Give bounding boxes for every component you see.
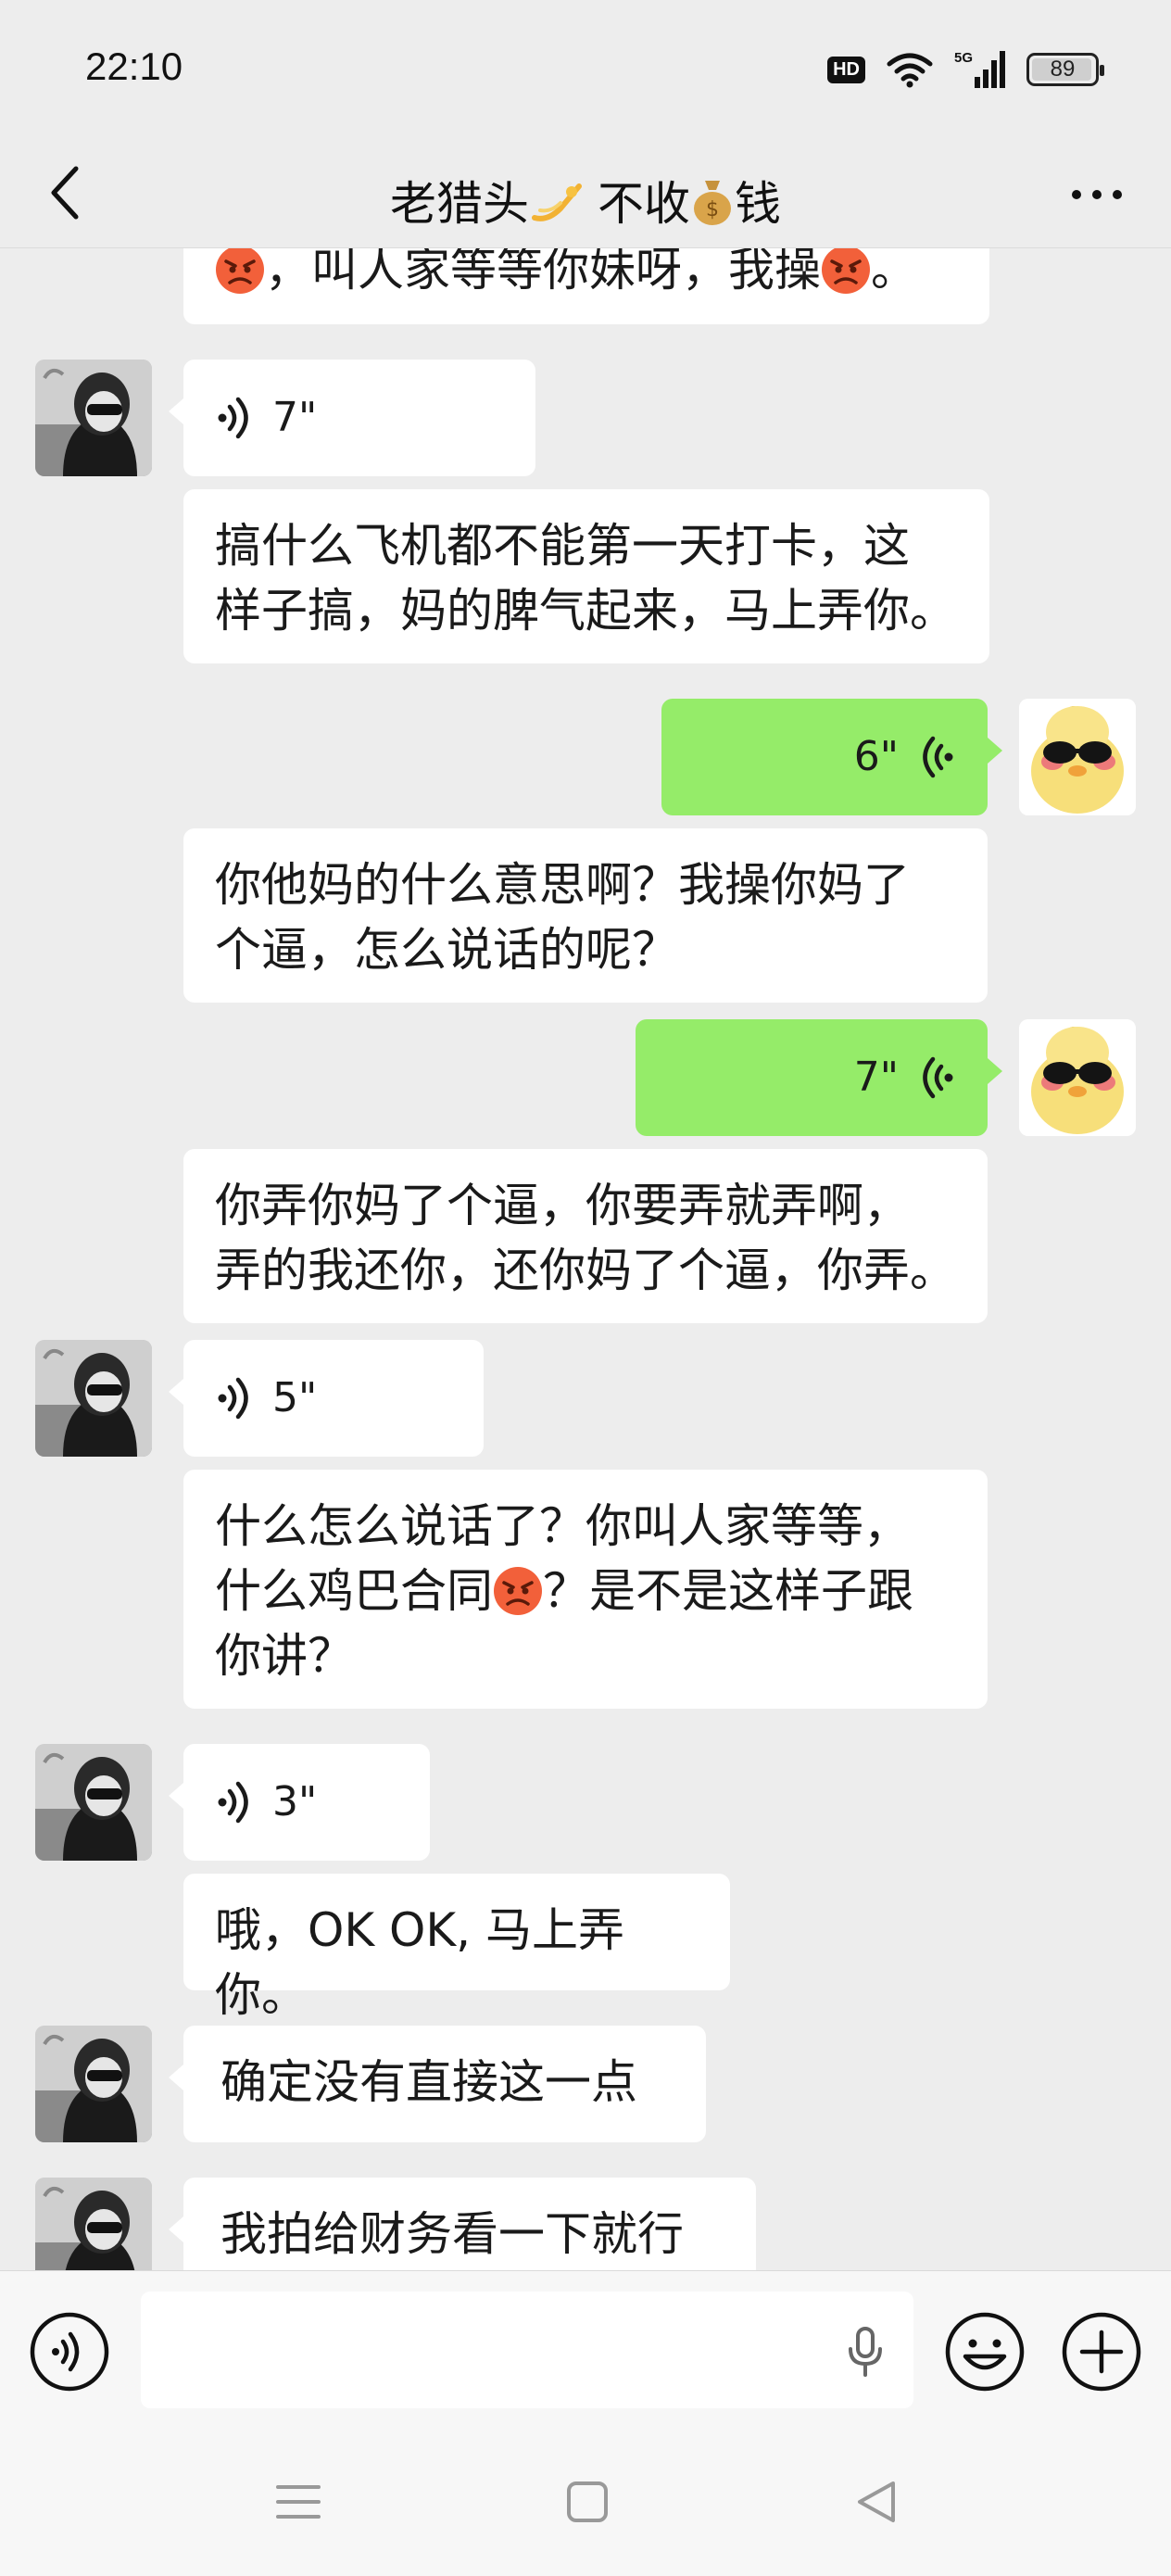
cellular-signal-icon: 5G (954, 50, 1005, 88)
peer-avatar-image (35, 1340, 152, 1457)
voice-wave-icon (215, 396, 256, 440)
status-icons: HD 5G 89 (827, 46, 1104, 93)
money-bag-emoji-icon: $ (693, 181, 731, 225)
voice-message[interactable]: 7" (169, 360, 535, 476)
voice-duration: 5" (272, 1374, 318, 1421)
voice-wave-icon (915, 735, 956, 779)
voice-wave-icon (915, 1055, 956, 1100)
system-back-button[interactable] (850, 2476, 902, 2528)
voice-duration: 3" (272, 1778, 318, 1825)
angry-face-emoji-icon (215, 248, 265, 295)
message-line: 个逼，怎么说话的呢？ (215, 923, 678, 977)
chat-title-name: 老猎头 (390, 177, 530, 231)
message-text[interactable]: 你弄你妈了个逼，你要弄就弄啊， 弄的我还你，还你妈了个逼，你弄。 (183, 1149, 988, 1323)
hd-badge: HD (827, 56, 865, 83)
status-time: 22:10 (85, 44, 183, 88)
back-triangle-icon (858, 2481, 895, 2522)
message-line: 你讲？ (215, 1629, 354, 1683)
peer-avatar[interactable] (35, 1744, 152, 1861)
message-line: 什么鸡巴合同 ？是不是这样子跟 (215, 1559, 956, 1623)
self-avatar-image (1019, 1019, 1136, 1136)
message-line: 确定没有直接这一点 (220, 2055, 637, 2109)
message-text[interactable]: 你他妈的什么意思啊？我操你妈了 个逼，怎么说话的呢？ (183, 828, 988, 1003)
more-functions-button[interactable] (1060, 2310, 1143, 2393)
self-avatar-image (1019, 699, 1136, 815)
self-avatar[interactable] (1019, 699, 1136, 815)
voice-toggle-button[interactable] (28, 2310, 111, 2393)
microphone-button[interactable] (845, 2327, 886, 2377)
message-line: 你弄你妈了个逼，你要弄就弄啊， (215, 1179, 910, 1232)
chat-title-end: 钱 (734, 177, 781, 231)
message-text[interactable]: 什么怎么说话了？你叫人家等等， 什么鸡巴合同 ？是不是这样子跟 你讲？ (183, 1470, 988, 1709)
voice-message[interactable]: 5" (169, 1340, 484, 1457)
battery-level: 89 (1050, 57, 1076, 82)
message-text-content: 。 (871, 248, 917, 297)
plus-circle-icon (1062, 2312, 1141, 2392)
chat-title-mid: 不收 (583, 177, 690, 231)
more-options-button[interactable] (1060, 167, 1134, 222)
message-text[interactable]: 我拍给财务看一下就行 (169, 2178, 756, 2270)
voice-message[interactable]: 7" (636, 1019, 1002, 1136)
peer-avatar-image (35, 360, 152, 476)
voice-mode-icon (30, 2312, 109, 2392)
message-line: 哦，OK OK, 马上弄你。 (215, 1903, 624, 2022)
peer-avatar-image (35, 2178, 152, 2270)
smiley-icon (945, 2312, 1025, 2392)
more-dots-icon (1072, 190, 1122, 199)
battery-indicator: 89 (1026, 53, 1104, 86)
message-line: 搞什么飞机都不能第一天打卡，这 (215, 519, 910, 573)
message-text-content: 什么鸡巴合同 (215, 1564, 493, 1618)
self-avatar[interactable] (1019, 1019, 1136, 1136)
status-bar: 22:10 HD 5G 89 (0, 0, 1171, 139)
input-bar (0, 2270, 1171, 2428)
voice-wave-icon (215, 1376, 256, 1421)
message-list[interactable]: ，叫人家等等你妹呀，我操 。 7" 搞什么飞机都不能第一天打卡，这 样子搞，妈的脾… (0, 248, 1171, 2270)
chat-header: 老猎头 不收 $ 钱 (0, 139, 1171, 248)
peer-avatar[interactable] (35, 1340, 152, 1457)
peer-avatar[interactable] (35, 2178, 152, 2270)
message-line: 你他妈的什么意思啊？我操你妈了 (215, 858, 910, 912)
voice-duration: 7" (853, 1054, 899, 1101)
recent-apps-button[interactable] (272, 2476, 324, 2528)
network-type-label: 5G (954, 50, 973, 66)
angry-face-emoji-icon (821, 248, 871, 295)
voice-message[interactable]: 3" (169, 1744, 430, 1861)
message-text[interactable]: 确定没有直接这一点 (169, 2026, 706, 2142)
message-text[interactable]: 哦，OK OK, 马上弄你。 (183, 1874, 730, 2022)
message-text[interactable]: ，叫人家等等你妹呀，我操 。 (183, 248, 989, 324)
message-line: 样子搞，妈的脾气起来，马上弄你。 (215, 584, 956, 638)
peer-avatar-image (35, 1744, 152, 1861)
message-text[interactable]: 搞什么飞机都不能第一天打卡，这 样子搞，妈的脾气起来，马上弄你。 (183, 489, 989, 663)
wifi-icon (887, 53, 933, 88)
message-input-overlay (141, 2292, 913, 2408)
home-square-icon (567, 2481, 608, 2522)
voice-wave-icon (215, 1780, 256, 1825)
peer-avatar[interactable] (35, 360, 152, 476)
dizzy-emoji-icon (532, 183, 583, 221)
message-line: 弄的我还你，还你妈了个逼，你弄。 (215, 1244, 956, 1297)
peer-avatar[interactable] (35, 2026, 152, 2142)
message-text-content: ，叫人家等等你妹呀，我操 (265, 248, 821, 297)
microphone-icon (849, 2327, 882, 2377)
message-text-content: ？是不是这样子跟 (543, 1564, 913, 1618)
voice-message[interactable]: 6" (661, 699, 1002, 815)
angry-face-emoji-icon (493, 1566, 543, 1616)
home-button[interactable] (561, 2476, 613, 2528)
chat-title: 老猎头 不收 $ 钱 (0, 167, 1171, 234)
emoji-button[interactable] (943, 2310, 1026, 2393)
message-line: 我拍给财务看一下就行 (220, 2207, 684, 2261)
svg-text:$: $ (706, 198, 719, 221)
voice-duration: 7" (272, 394, 318, 441)
menu-icon (276, 2485, 321, 2519)
system-nav-bar (0, 2428, 1171, 2576)
message-line: 什么怎么说话了？你叫人家等等， (215, 1499, 910, 1553)
voice-duration: 6" (853, 733, 899, 780)
peer-avatar-image (35, 2026, 152, 2142)
